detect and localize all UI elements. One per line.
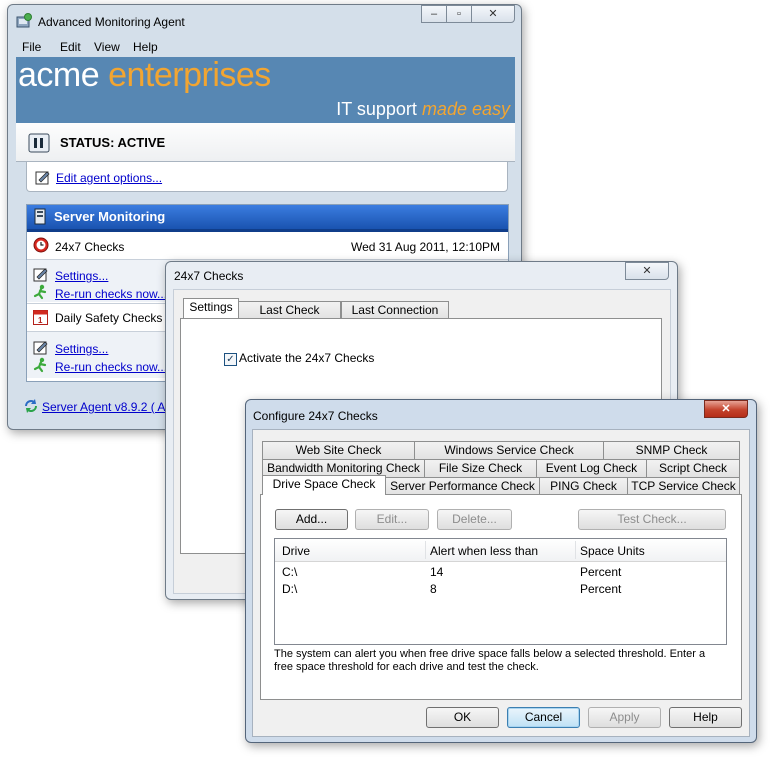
menu-bar: File Edit View Help [14, 38, 514, 56]
settings-link[interactable]: Settings... [55, 269, 108, 283]
svg-text:1: 1 [38, 316, 43, 325]
minimize-button[interactable]: – [421, 5, 447, 23]
checks-247-timestamp: Wed 31 Aug 2011, 12:10PM [351, 240, 500, 254]
tab-settings[interactable]: Settings [183, 298, 239, 318]
configure-dialog-titlebar[interactable]: Configure 24x7 Checks ✕ [246, 400, 756, 426]
checks-247-row[interactable]: 24x7 Checks Wed 31 Aug 2011, 12:10PM [27, 232, 508, 260]
settings-icon-2 [33, 341, 48, 355]
main-titlebar[interactable]: Advanced Monitoring Agent – ▫ ✕ [8, 5, 521, 31]
agent-app-icon [16, 13, 32, 28]
delete-button[interactable]: Delete... [437, 509, 512, 530]
edit-options-icon [35, 171, 50, 185]
edit-button[interactable]: Edit... [355, 509, 429, 530]
status-text: STATUS: ACTIVE [60, 135, 166, 150]
configure-dialog-close-button[interactable]: ✕ [704, 400, 748, 418]
cancel-button[interactable]: Cancel [507, 707, 580, 728]
column-drive[interactable]: Drive [282, 544, 310, 558]
tab-snmp-check[interactable]: SNMP Check [603, 441, 740, 459]
column-divider [575, 541, 576, 559]
rerun-icon [33, 284, 47, 300]
tagline-part2: made easy [421, 99, 510, 119]
column-space-units[interactable]: Space Units [580, 544, 645, 558]
status-icon [28, 133, 50, 153]
menu-edit[interactable]: Edit [60, 40, 81, 54]
apply-button[interactable]: Apply [588, 707, 661, 728]
status-bar: STATUS: ACTIVE [16, 123, 515, 162]
checks-247-label: 24x7 Checks [55, 240, 125, 254]
section-header: Server Monitoring [27, 205, 508, 232]
units-cell: Percent [580, 582, 622, 596]
drive-list[interactable]: Drive Alert when less than Space Units C… [274, 538, 727, 645]
tab-event-log-check[interactable]: Event Log Check [536, 459, 647, 477]
main-window-title: Advanced Monitoring Agent [38, 15, 185, 29]
drive-row[interactable]: D:\ 8 Percent [275, 580, 726, 597]
menu-help[interactable]: Help [133, 40, 158, 54]
drive-cell: D:\ [282, 582, 298, 596]
tab-ping-check[interactable]: PING Check [539, 477, 628, 495]
brand-tagline: IT support made easy [336, 99, 510, 120]
daily-settings-link[interactable]: Settings... [55, 342, 108, 356]
threshold-cell: 8 [430, 582, 437, 596]
edit-agent-options-link[interactable]: Edit agent options... [56, 171, 162, 185]
test-check-button[interactable]: Test Check... [578, 509, 726, 530]
units-cell: Percent [580, 565, 622, 579]
brand-name-part1: acme [18, 56, 100, 94]
section-title: Server Monitoring [54, 209, 166, 224]
refresh-icon [25, 399, 37, 413]
column-divider [425, 541, 426, 559]
help-button[interactable]: Help [669, 707, 742, 728]
tab-last-connection-log[interactable]: Last Connection Log [341, 301, 449, 334]
tab-script-check[interactable]: Script Check [646, 459, 740, 477]
brand-banner: acme enterprises IT support made easy [16, 55, 515, 123]
configure-dialog-title: Configure 24x7 Checks [253, 409, 378, 423]
tab-drive-space-check[interactable]: Drive Space Check [262, 475, 386, 495]
calendar-icon: 1 [33, 310, 48, 325]
tab-file-size-check[interactable]: File Size Check [424, 459, 537, 477]
configure-dialog: Configure 24x7 Checks ✕ Web Site Check W… [245, 399, 757, 743]
maximize-button[interactable]: ▫ [446, 5, 472, 23]
checks-dialog-title: 24x7 Checks [174, 269, 244, 283]
server-icon [34, 208, 46, 225]
daily-checks-label: Daily Safety Checks [55, 311, 163, 325]
checks-dialog-titlebar[interactable]: 24x7 Checks ✕ [166, 262, 677, 288]
tab-server-performance-check[interactable]: Server Performance Check [385, 477, 540, 495]
menu-file[interactable]: File [22, 40, 41, 54]
tagline-part1: IT support [336, 99, 417, 119]
drive-row[interactable]: C:\ 14 Percent [275, 563, 726, 580]
tab-last-check-results[interactable]: Last Check Results [238, 301, 341, 334]
drive-cell: C:\ [282, 565, 298, 579]
tab-tcp-service-check[interactable]: TCP Service Check [627, 477, 740, 495]
activate-label[interactable]: Activate the 24x7 Checks [239, 351, 374, 365]
ok-button[interactable]: OK [426, 707, 499, 728]
activate-checkbox[interactable]: ✓ [224, 353, 237, 366]
clock-alert-icon [33, 237, 49, 253]
menu-view[interactable]: View [94, 40, 120, 54]
checks-dialog-close-button[interactable]: ✕ [625, 262, 669, 280]
brand-logo: acme enterprises [18, 55, 271, 95]
drive-space-panel: Add... Edit... Delete... Test Check... D… [260, 494, 742, 700]
options-panel: Edit agent options... [26, 162, 508, 192]
drive-space-description: The system can alert you when free drive… [274, 648, 706, 673]
tab-web-site-check[interactable]: Web Site Check [262, 441, 415, 459]
close-button[interactable]: ✕ [471, 5, 515, 23]
rerun-checks-link[interactable]: Re-run checks now... [55, 287, 167, 301]
add-button[interactable]: Add... [275, 509, 348, 530]
tab-windows-service-check[interactable]: Windows Service Check [414, 441, 604, 459]
configure-dialog-body: Web Site Check Windows Service Check SNM… [252, 429, 750, 737]
threshold-cell: 14 [430, 565, 444, 579]
daily-rerun-link[interactable]: Re-run checks now... [55, 360, 167, 374]
column-alert-threshold[interactable]: Alert when less than [430, 544, 538, 558]
brand-name-part2: enterprises [108, 56, 271, 94]
drive-list-header: Drive Alert when less than Space Units [275, 539, 726, 562]
settings-icon [33, 268, 48, 282]
server-agent-version-link[interactable]: Server Agent v8.9.2 ( Auto [42, 400, 182, 414]
rerun-icon-2 [33, 357, 47, 373]
